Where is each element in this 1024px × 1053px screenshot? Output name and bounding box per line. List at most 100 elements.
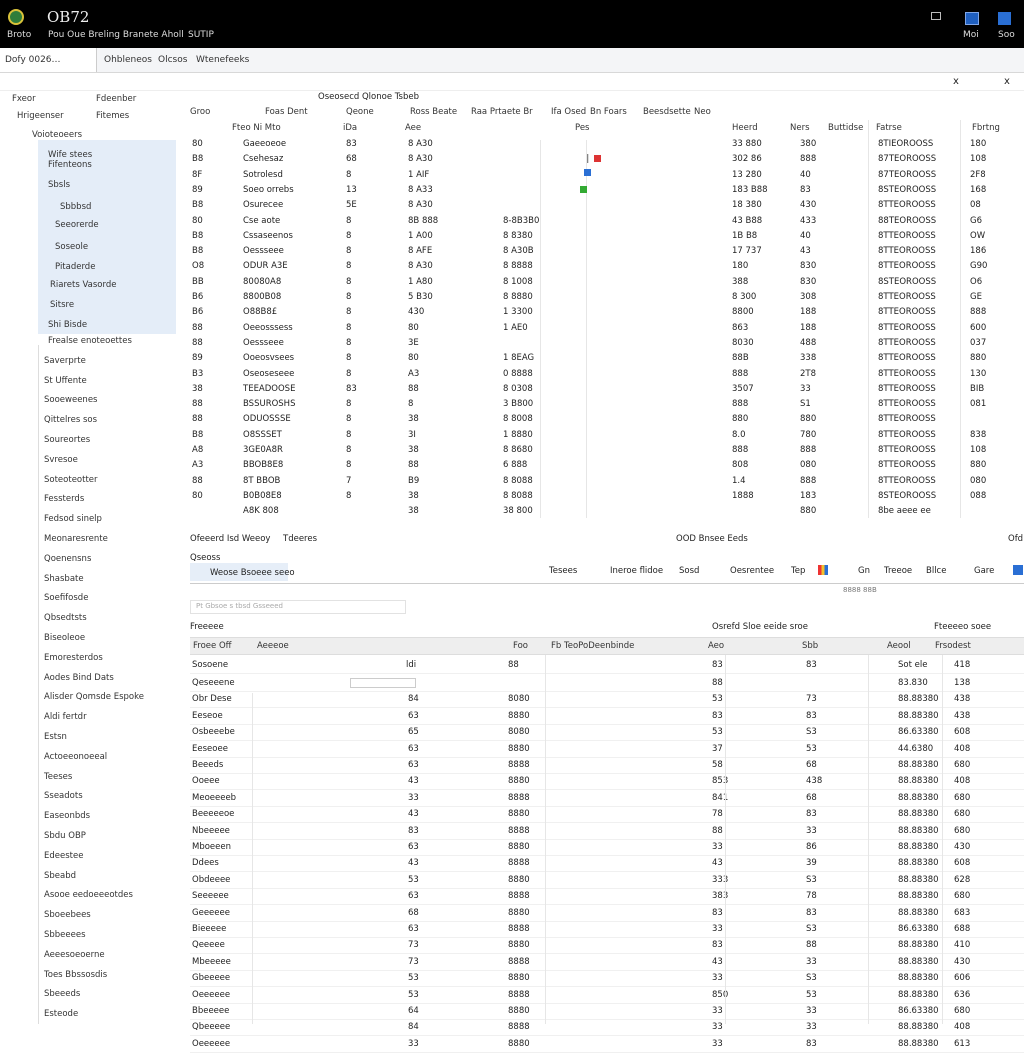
sidebar-item[interactable]: Aodes Bind Dats <box>44 673 114 683</box>
column-header[interactable]: Pes <box>575 123 589 133</box>
column-header[interactable]: Foas Dent <box>265 107 308 117</box>
close-icon[interactable]: x <box>953 76 959 87</box>
sidebar-item[interactable]: Actoeeonoeeal <box>44 752 107 762</box>
column-header[interactable]: Fteo Ni Mto <box>232 123 281 133</box>
column-header[interactable]: Beesdsette <box>643 107 691 117</box>
sidebar-item[interactable]: Sbbeeees <box>44 930 86 940</box>
sidebar-group-item[interactable]: Sitsre <box>50 300 74 310</box>
sidebar-item[interactable]: Biseoleoe <box>44 633 85 643</box>
window-label-1[interactable]: Moi <box>963 30 979 40</box>
sidebar-item[interactable]: Meonaresrente <box>44 534 108 544</box>
sidebar-item[interactable]: Fessterds <box>44 494 84 504</box>
column-header[interactable]: Aee <box>405 123 421 133</box>
sidebar-item[interactable]: Qoenensns <box>44 554 91 564</box>
column-header[interactable]: Frsodest <box>935 641 971 651</box>
sidebar-item-top[interactable]: Fdeenber <box>96 94 136 104</box>
sidebar-item-top[interactable]: Hrigeenser <box>17 111 64 121</box>
color-picker-icon[interactable] <box>818 565 828 575</box>
sidebar-item[interactable]: Svresoe <box>44 455 78 465</box>
sidebar-item[interactable]: Sboeebees <box>44 910 91 920</box>
column-header[interactable]: Neo <box>694 107 711 117</box>
sidebar-item[interactable]: Teeses <box>44 772 72 782</box>
tab-4[interactable]: Wtenefeeks <box>196 55 249 65</box>
column-header[interactable]: iDa <box>343 123 357 133</box>
tab-2[interactable]: Ohbleneos <box>104 55 152 65</box>
toolbar-item[interactable]: Tep <box>791 566 805 576</box>
column-header[interactable]: Froee Off <box>193 641 232 651</box>
sidebar-item[interactable]: Asooe eedoeeeotdes <box>44 890 133 900</box>
panel-icon[interactable] <box>965 12 979 25</box>
sidebar-item[interactable]: Qbsedtsts <box>44 613 87 623</box>
column-header[interactable]: Ners <box>790 123 810 133</box>
sidebar-group-item[interactable]: Seeorerde <box>55 220 99 230</box>
sidebar-item[interactable]: Shasbate <box>44 574 84 584</box>
sidebar-group-item[interactable]: Sbbbsd <box>60 202 91 212</box>
sidebar-item[interactable]: Frealse enoteoettes <box>48 336 132 346</box>
menu-item-2[interactable]: Pou Oue Breling Branete Aholl <box>48 30 184 40</box>
sidebar-group-item[interactable]: Sbsls <box>48 180 70 190</box>
menu-item-1[interactable]: Broto <box>7 30 31 40</box>
toolbar-item[interactable]: Treeoe <box>884 566 912 576</box>
column-header[interactable]: Heerd <box>732 123 758 133</box>
column-header[interactable]: Ross Beate <box>410 107 457 117</box>
sidebar-item[interactable]: Esteode <box>44 1009 78 1019</box>
column-header[interactable]: Aeo <box>708 641 724 651</box>
column-header[interactable]: Bn Foars <box>590 107 627 117</box>
column-header[interactable]: Sbb <box>802 641 818 651</box>
sidebar-group-item[interactable]: Soseole <box>55 242 88 252</box>
sidebar-item[interactable]: Fedsod sinelp <box>44 514 102 524</box>
sidebar-item[interactable]: Edeestee <box>44 851 83 861</box>
tab-document[interactable]: Dofy 0026… <box>5 55 61 65</box>
column-header[interactable]: Qeone <box>346 107 374 117</box>
filter-value[interactable]: Weose Bsoeee seeo <box>210 568 295 578</box>
sidebar-group-item[interactable]: Riarets Vasorde <box>50 280 116 290</box>
sidebar-item[interactable]: Sooeweenes <box>44 395 97 405</box>
window-label-2[interactable]: Soo <box>998 30 1015 40</box>
column-header[interactable]: Ifa Osed <box>551 107 586 117</box>
toolbar-item[interactable]: Tesees <box>549 566 577 576</box>
sidebar-item[interactable]: Qittelres sos <box>44 415 97 425</box>
inline-input[interactable] <box>350 678 416 688</box>
sidebar-item[interactable]: Toes Bbssosdis <box>44 970 107 980</box>
sidebar-item[interactable]: Easeonbds <box>44 811 90 821</box>
sidebar-item[interactable]: Saverprte <box>44 356 86 366</box>
grid-icon[interactable] <box>931 12 941 20</box>
toolbar-item[interactable]: Gare <box>974 566 994 576</box>
sidebar-item[interactable]: Sbeabd <box>44 871 76 881</box>
sidebar-item[interactable]: Sbeeeds <box>44 989 80 999</box>
sidebar-item[interactable]: Sseadots <box>44 791 83 801</box>
sidebar-item[interactable]: Sbdu OBP <box>44 831 86 841</box>
sidebar-item[interactable]: Estsn <box>44 732 67 742</box>
column-header[interactable]: Aeool <box>887 641 911 651</box>
tab-3[interactable]: Olcsos <box>158 55 187 65</box>
sidebar-item[interactable]: Soureortes <box>44 435 90 445</box>
grid-view-icon[interactable] <box>1013 565 1023 575</box>
sidebar-group-item[interactable]: Fifenteons <box>48 160 92 170</box>
sidebar-item[interactable]: Emoresterdos <box>44 653 103 663</box>
close-panel-icon[interactable]: x <box>1004 76 1010 87</box>
column-header[interactable]: Fbrtng <box>972 123 1000 133</box>
sidebar-item[interactable]: Soefifosde <box>44 593 88 603</box>
column-header[interactable]: Groo <box>190 107 210 117</box>
sidebar-group-item[interactable]: Pitaderde <box>55 262 95 272</box>
sidebar-item[interactable]: Aldi fertdr <box>44 712 87 722</box>
dropdown-select[interactable]: Oseosecd Qlonoe Tsbeb <box>318 92 419 102</box>
column-header[interactable]: Fb TeoPoDeenbinde <box>551 641 634 651</box>
column-header[interactable]: Foo <box>513 641 528 651</box>
sidebar-group-item[interactable]: Shi Bisde <box>48 320 87 330</box>
menu-item-3[interactable]: SUTIP <box>188 30 214 40</box>
sidebar-item[interactable]: Aeeesoeoerne <box>44 950 105 960</box>
sidebar-item[interactable]: Alisder Qomsde Espoke <box>44 692 144 702</box>
toolbar-item[interactable]: Bllce <box>926 566 946 576</box>
window-icon[interactable] <box>998 12 1011 25</box>
column-header[interactable]: Aeeeoe <box>257 641 289 651</box>
column-header[interactable]: Fatrse <box>876 123 902 133</box>
toolbar-item[interactable]: Ineroe flidoe <box>610 566 663 576</box>
sidebar-item-top[interactable]: Fxeor <box>12 94 36 104</box>
column-header[interactable]: Raa Prtaete Br <box>471 107 533 117</box>
sidebar-item[interactable]: St Uffente <box>44 376 87 386</box>
toolbar-item[interactable]: Gn <box>858 566 870 576</box>
sidebar-item-top[interactable]: Fitemes <box>96 111 129 121</box>
toolbar-item[interactable]: Sosd <box>679 566 699 576</box>
sidebar-item[interactable]: Soteoteotter <box>44 475 98 485</box>
